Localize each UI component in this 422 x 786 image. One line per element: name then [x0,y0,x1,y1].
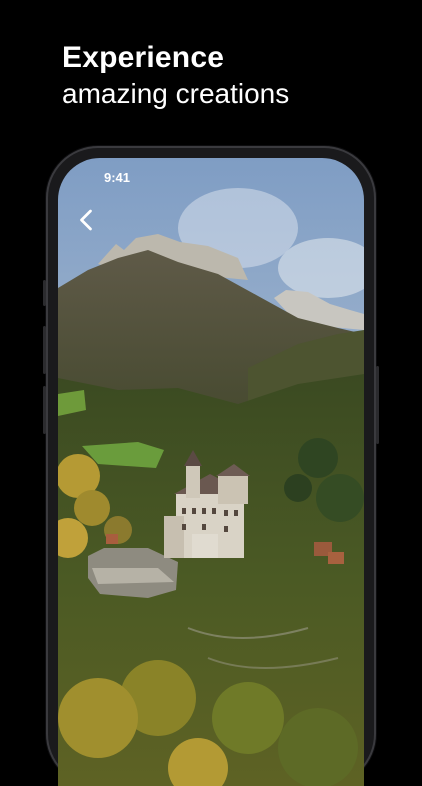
phone-volume-up-button [43,326,46,374]
phone-action-button [43,280,46,306]
phone-mockup: 9:41 [43,146,379,786]
back-button[interactable] [74,208,98,232]
headline-title: Experience [62,41,225,74]
phone-power-button [376,366,379,444]
headline: Experience amazing creations [62,40,289,111]
landscape-photo [58,158,364,786]
phone-volume-down-button [43,386,46,434]
status-time: 9:41 [104,170,131,185]
chevron-left-icon [80,209,92,231]
phone-screen: 9:41 [58,158,364,786]
status-bar: 9:41 [58,158,364,198]
headline-subtitle: amazing creations [62,78,290,109]
